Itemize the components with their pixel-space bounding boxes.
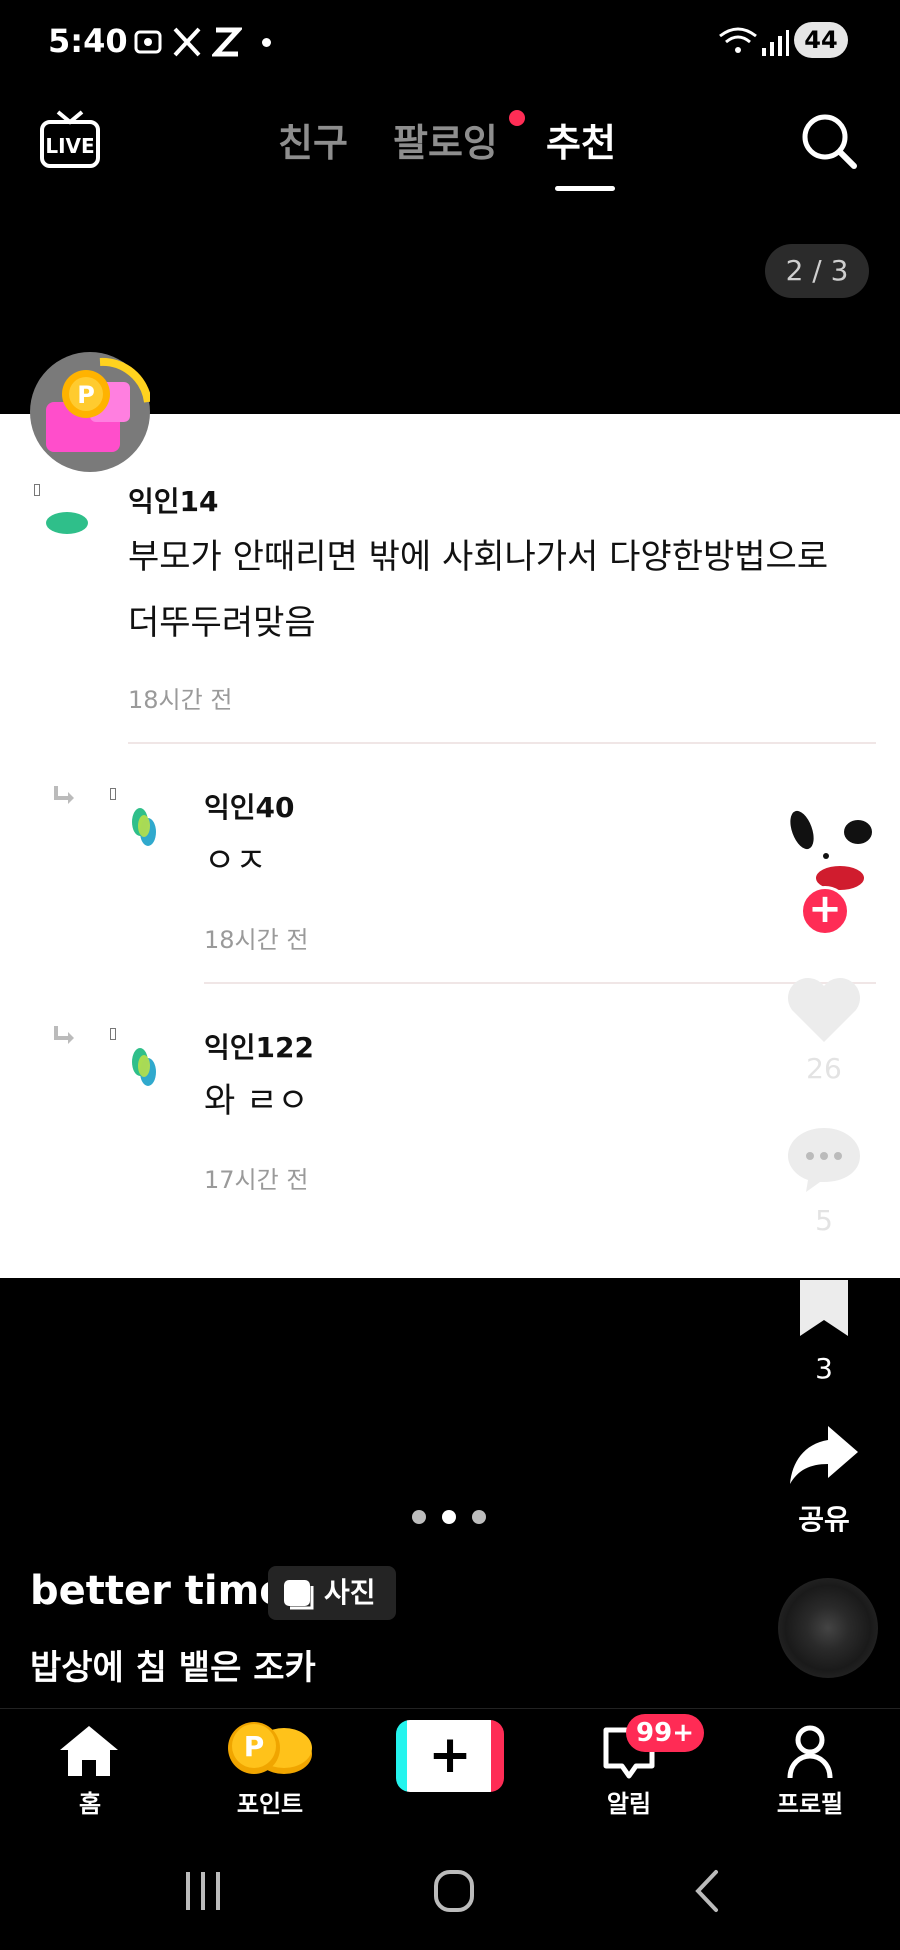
like-count: 26 (806, 1052, 842, 1085)
svg-text:P: P (244, 1730, 265, 1763)
image-placeholder-icon (110, 788, 116, 800)
post-author[interactable]: better time (30, 1568, 286, 1614)
divider (204, 982, 876, 984)
points-reward-button[interactable]: P (30, 352, 152, 472)
carousel-dots (410, 1510, 490, 1524)
home-icon[interactable] (58, 1724, 120, 1782)
share-icon[interactable] (788, 1424, 860, 1490)
comment-username: 익인14 (128, 485, 219, 518)
carousel-dot-active (442, 1510, 456, 1524)
comment-time: 17시간 전 (204, 1166, 309, 1194)
live-label: LIVE (45, 134, 94, 158)
carousel-dot (472, 1510, 486, 1524)
svg-text:P: P (77, 381, 95, 409)
x-icon (172, 26, 202, 58)
image-placeholder-icon (34, 484, 40, 496)
reply-arrow-icon (52, 784, 78, 812)
avatar (128, 806, 162, 854)
comment-icon[interactable] (786, 1124, 862, 1198)
post-image-comment-card[interactable]: 익인14 부모가 안때리면 밖에 사회나가서 다양한방법으로 더뚜두려맞음 18… (0, 414, 900, 1278)
comment-time: 18시간 전 (204, 926, 309, 954)
image-placeholder-icon (110, 1028, 116, 1040)
comment-text-line1: 부모가 안때리면 밖에 사회나가서 다양한방법으로 (128, 537, 829, 577)
comment-username: 익인40 (204, 791, 295, 824)
avatar (128, 1046, 162, 1094)
status-time: 5:40 (48, 22, 128, 60)
carousel-dot (412, 1510, 426, 1524)
active-tab-underline (555, 186, 615, 191)
comment-text: ㅇㅈ (204, 841, 267, 881)
tab-following[interactable]: 팔로잉 (393, 112, 498, 167)
signal-icon (760, 26, 790, 58)
recent-apps-button[interactable] (182, 1866, 224, 1916)
music-disc-icon[interactable] (778, 1578, 878, 1678)
screenshot-icon (132, 26, 164, 58)
comment-text: 와 ㄹㅇ (204, 1081, 309, 1121)
notification-badge: 99+ (626, 1714, 704, 1752)
live-button[interactable]: LIVE (40, 108, 100, 174)
follow-plus-button[interactable]: + (800, 886, 850, 936)
home-system-button[interactable] (432, 1866, 476, 1916)
photo-badge-label: 사진 (324, 1576, 376, 1609)
bookmark-icon[interactable] (796, 1280, 852, 1342)
battery-indicator: 44 (794, 22, 848, 58)
divider (128, 742, 876, 744)
create-post-button[interactable]: + (396, 1720, 504, 1792)
tab-recommended[interactable]: 추천 (546, 112, 616, 167)
plus-icon: + (410, 1724, 490, 1788)
reply-arrow-icon (52, 1024, 78, 1052)
profile-icon[interactable] (786, 1724, 834, 1784)
avatar (46, 512, 88, 534)
share-label[interactable]: 공유 (764, 1498, 884, 1538)
post-caption: 밥상에 침 뱉은 조카 (30, 1648, 316, 1688)
comment-time: 18시간 전 (128, 686, 233, 714)
z-icon (210, 26, 244, 58)
page-indicator: 2 / 3 (765, 244, 869, 298)
nav-label-profile[interactable]: 프로필 (750, 1784, 870, 1819)
back-button[interactable] (690, 1866, 724, 1916)
tab-friends[interactable]: 친구 (278, 112, 348, 167)
photo-badge: 사진 (268, 1566, 396, 1620)
dot-icon (262, 38, 271, 47)
points-icon[interactable]: P (224, 1718, 316, 1784)
search-icon[interactable] (800, 112, 860, 176)
new-content-dot (509, 110, 525, 126)
nav-label-notifications[interactable]: 알림 (569, 1784, 689, 1819)
nav-label-home[interactable]: 홈 (30, 1784, 150, 1819)
photo-icon (284, 1580, 314, 1610)
wifi-icon (718, 26, 758, 58)
nav-label-points[interactable]: 포인트 (210, 1784, 330, 1819)
comment-count: 5 (815, 1204, 833, 1237)
like-button[interactable] (786, 976, 862, 1050)
comment-username: 익인122 (204, 1031, 314, 1064)
comment-text-line2: 더뚜두려맞음 (128, 603, 316, 643)
save-count: 3 (815, 1352, 833, 1385)
